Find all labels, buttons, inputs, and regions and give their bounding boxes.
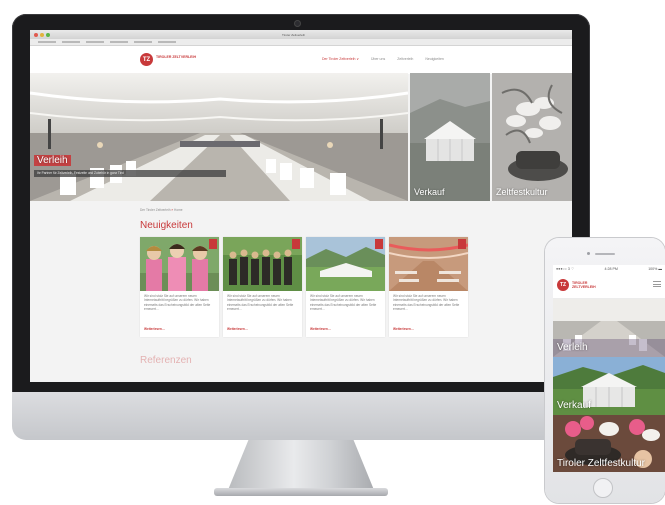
bookmark-item[interactable]: [134, 41, 152, 43]
news-card-text: Wir sind stolz Sie auf unserem neuen Int…: [144, 294, 211, 311]
news-card[interactable]: Wir sind stolz Sie auf unserem neuen Int…: [389, 237, 468, 337]
hero-label-verkauf[interactable]: Verkauf: [414, 187, 445, 197]
breadcrumb-separator: »: [171, 208, 174, 212]
hero-slide-verkauf[interactable]: Verkauf: [410, 73, 490, 201]
news-image: [389, 237, 468, 291]
nav-item-neuigkeiten[interactable]: Neuigkeiten: [425, 57, 443, 61]
hero-caption: Ihr Partner für Zeltverleih, Festzelte u…: [34, 170, 226, 177]
browser-title: Tiroler Zeltverleih: [282, 32, 306, 37]
imac-chin: [12, 392, 590, 440]
news-image: [223, 237, 302, 291]
news-list: Wir sind stolz Sie auf unserem neuen Int…: [140, 237, 468, 337]
news-flag: [375, 239, 383, 249]
mobile-header: TZ TIROLER ZELTVERLEIH: [553, 273, 665, 299]
read-more-link[interactable]: Weiterlesen…: [144, 327, 165, 331]
menu-icon[interactable]: [653, 281, 661, 287]
browser-titlebar: Tiroler Zeltverleih: [30, 30, 572, 39]
nav-item-zeltverleih-2[interactable]: Zeltverleih: [397, 57, 413, 61]
iphone: ●●●○○ 3 ⌔ 4:28 PM 100% ▬ TZ TIROLER ZELT…: [545, 238, 665, 503]
bookmark-item[interactable]: [158, 41, 176, 43]
imac-screen: Tiroler Zeltverleih TZ TIROLER ZELTVERLE…: [30, 30, 572, 382]
hero-slide-zeltfestkultur[interactable]: Zeltfestkultur: [492, 73, 572, 201]
news-flag: [292, 239, 300, 249]
main-nav: Der Tiroler Zeltverleih ∨ Über uns Zeltv…: [322, 57, 444, 61]
tent-outdoor-image: [410, 73, 490, 201]
news-card[interactable]: Wir sind stolz Sie auf unserem neuen Int…: [140, 237, 219, 337]
news-card-text: Wir sind stolz Sie auf unserem neuen Int…: [227, 294, 294, 311]
phone-speaker: [595, 253, 615, 255]
mobile-logo-text[interactable]: TIROLER ZELTVERLEIH: [572, 281, 606, 289]
news-card[interactable]: Wir sind stolz Sie auf unserem neuen Int…: [223, 237, 302, 337]
imac-base: [214, 488, 388, 496]
news-section-title: Neuigkeiten: [140, 220, 193, 231]
bookmark-bar: [30, 39, 572, 46]
maximize-window-icon[interactable]: [46, 32, 50, 37]
news-image: [140, 237, 219, 291]
battery-indicator: 100% ▬: [648, 267, 662, 271]
close-window-icon[interactable]: [34, 32, 38, 37]
camera-icon: [294, 20, 301, 27]
bookmark-item[interactable]: [110, 41, 128, 43]
hero-banner: Verleih Ihr Partner für Zeltverleih, Fes…: [30, 73, 572, 201]
mobile-tile-label: Verleih: [557, 342, 588, 353]
mobile-tile-zeltfestkultur[interactable]: Tiroler Zeltfestkultur: [553, 415, 665, 472]
minimize-window-icon[interactable]: [40, 32, 44, 37]
hero-label-zeltfestkultur[interactable]: Zeltfestkultur: [496, 187, 548, 197]
site-header: TZ TIROLER ZELTVERLEIH Der Tiroler Zeltv…: [30, 46, 572, 74]
home-button[interactable]: [593, 478, 613, 498]
nav-item-zeltverleih[interactable]: Der Tiroler Zeltverleih ∨: [322, 57, 359, 61]
status-time: 4:28 PM: [604, 267, 618, 271]
mobile-tile-label: Verkauf: [557, 400, 591, 411]
bookmark-item[interactable]: [86, 41, 104, 43]
news-card[interactable]: Wir sind stolz Sie auf unserem neuen Int…: [306, 237, 385, 337]
mobile-tile-verleih[interactable]: Verleih: [553, 299, 665, 357]
status-bar: ●●●○○ 3 ⌔ 4:28 PM 100% ▬: [553, 265, 665, 273]
news-flag: [458, 239, 466, 249]
breadcrumb: Der Tiroler Zeltverleih » Home: [140, 208, 183, 212]
bookmark-item[interactable]: [38, 41, 56, 43]
news-flag: [209, 239, 217, 249]
references-section-title: Referenzen: [140, 355, 192, 366]
nav-item-ueber-uns[interactable]: Über uns: [371, 57, 385, 61]
hero-slide-verleih[interactable]: Verleih Ihr Partner für Zeltverleih, Fes…: [30, 73, 408, 201]
read-more-link[interactable]: Weiterlesen…: [227, 327, 248, 331]
breadcrumb-home[interactable]: Der Tiroler Zeltverleih: [140, 208, 170, 212]
phone-camera-icon: [587, 252, 590, 255]
mobile-tile-verkauf[interactable]: Verkauf: [553, 357, 665, 415]
imac-stand: [228, 440, 374, 490]
mobile-tile-label: Tiroler Zeltfestkultur: [557, 458, 645, 469]
phone-screen: ●●●○○ 3 ⌔ 4:28 PM 100% ▬ TZ TIROLER ZELT…: [553, 265, 665, 472]
mobile-logo-icon[interactable]: TZ: [557, 279, 569, 291]
read-more-link[interactable]: Weiterlesen…: [310, 327, 331, 331]
fest-hat-image: [492, 73, 572, 201]
news-card-text: Wir sind stolz Sie auf unserem neuen Int…: [393, 294, 460, 311]
breadcrumb-current: Home: [174, 208, 183, 212]
hero-label-verleih[interactable]: Verleih: [34, 155, 71, 166]
bookmark-item[interactable]: [62, 41, 80, 43]
tent-interior-image: [30, 73, 408, 201]
carrier-signal: ●●●○○ 3 ⌔: [556, 266, 575, 271]
news-card-text: Wir sind stolz Sie auf unserem neuen Int…: [310, 294, 377, 311]
logo-text[interactable]: TIROLER ZELTVERLEIH: [156, 55, 196, 59]
news-image: [306, 237, 385, 291]
logo-icon[interactable]: TZ: [140, 53, 153, 66]
read-more-link[interactable]: Weiterlesen…: [393, 327, 414, 331]
